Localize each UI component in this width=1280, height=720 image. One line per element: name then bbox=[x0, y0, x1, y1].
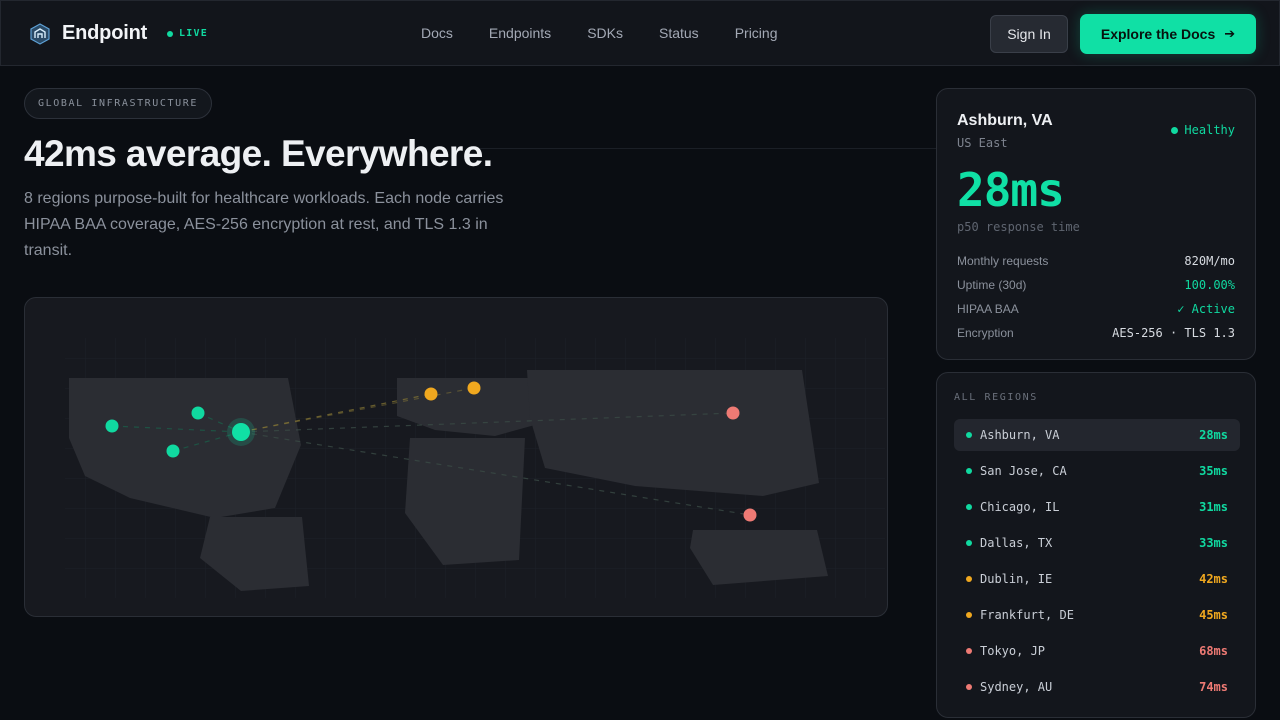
nav-link-status[interactable]: Status bbox=[659, 25, 699, 41]
region-latency: 33ms bbox=[1199, 536, 1228, 550]
region-latency: 68ms bbox=[1199, 644, 1228, 658]
region-name: San Jose, CA bbox=[980, 464, 1067, 478]
brand-name: Endpoint bbox=[62, 22, 148, 44]
divider-line bbox=[480, 148, 936, 149]
region-name: Ashburn, VA bbox=[980, 428, 1060, 442]
stat-row: Encryption AES-256 · TLS 1.3 bbox=[957, 321, 1235, 345]
stat-value: AES-256 · TLS 1.3 bbox=[1112, 326, 1235, 340]
region-list-item[interactable]: Dublin, IE 42ms bbox=[954, 563, 1240, 595]
region-status-dot-icon bbox=[966, 432, 972, 438]
region-list-item[interactable]: Dallas, TX 33ms bbox=[954, 527, 1240, 559]
top-navbar: Endpoint LIVE Docs Endpoints SDKs Status… bbox=[0, 0, 1280, 66]
stat-label: Uptime (30d) bbox=[957, 278, 1027, 292]
region-latency: 31ms bbox=[1199, 500, 1228, 514]
detail-stats: Monthly requests 820M/mo Uptime (30d) 10… bbox=[957, 249, 1235, 345]
stat-row: Monthly requests 820M/mo bbox=[957, 249, 1235, 273]
regions-list-card: ALL REGIONS Ashburn, VA 28ms San Jose, CA 3… bbox=[936, 372, 1256, 718]
region-status-dot-icon bbox=[966, 684, 972, 690]
nav-link-sdks[interactable]: SDKs bbox=[587, 25, 623, 41]
hero-title: 42ms average. Everywhere. bbox=[24, 133, 493, 174]
stat-row: Uptime (30d) 100.00% bbox=[957, 273, 1235, 297]
stat-label: Encryption bbox=[957, 326, 1014, 340]
region-name: Sydney, AU bbox=[980, 680, 1053, 694]
region-status-dot-icon bbox=[966, 504, 972, 510]
explore-docs-label: Explore the Docs bbox=[1100, 26, 1216, 42]
region-status-dot-icon bbox=[966, 468, 972, 474]
nav-link-endpoints[interactable]: Endpoints bbox=[489, 25, 551, 41]
map-marker-dublin[interactable] bbox=[424, 387, 438, 401]
detail-region: US East bbox=[957, 136, 1008, 150]
status-dot-icon bbox=[1171, 126, 1179, 134]
logo-icon bbox=[30, 22, 50, 45]
regions-list: Ashburn, VA 28ms San Jose, CA 35ms Chicago, … bbox=[954, 419, 1240, 707]
status-badge: Healthy bbox=[1171, 123, 1235, 137]
explore-docs-button[interactable]: Explore the Docs ➔ bbox=[1080, 14, 1256, 54]
region-status-dot-icon bbox=[966, 612, 972, 618]
live-label: LIVE bbox=[179, 28, 208, 39]
map-marker-frankfurt[interactable] bbox=[467, 381, 481, 395]
nav-link-pricing[interactable]: Pricing bbox=[735, 25, 778, 41]
main-nav: Docs Endpoints SDKs Status Pricing bbox=[421, 25, 813, 41]
region-name: Frankfurt, DE bbox=[980, 608, 1074, 622]
region-name: Chicago, IL bbox=[980, 500, 1060, 514]
latency-caption: p50 response time bbox=[957, 220, 1080, 234]
region-list-item[interactable]: San Jose, CA 35ms bbox=[954, 455, 1240, 487]
region-list-item[interactable]: Chicago, IL 31ms bbox=[954, 491, 1240, 523]
detail-city: Ashburn, VA bbox=[957, 112, 1053, 129]
stat-label: HIPAA BAA bbox=[957, 302, 1019, 316]
region-latency: 74ms bbox=[1199, 680, 1228, 694]
arrow-right-icon: ➔ bbox=[1224, 26, 1236, 41]
map-marker-ashburn-core[interactable] bbox=[232, 423, 250, 441]
brand[interactable]: Endpoint LIVE bbox=[29, 22, 208, 45]
map-canvas bbox=[65, 338, 885, 598]
stat-value: 100.00% bbox=[1184, 278, 1235, 292]
status-label: Healthy bbox=[1184, 123, 1235, 137]
region-status-dot-icon bbox=[966, 576, 972, 582]
region-detail-card: Ashburn, VA US East Healthy 28ms p50 res… bbox=[936, 88, 1256, 360]
map-marker-sydney[interactable] bbox=[743, 508, 757, 522]
region-list-item[interactable]: Ashburn, VA 28ms bbox=[954, 419, 1240, 451]
region-list-item[interactable]: Frankfurt, DE 45ms bbox=[954, 599, 1240, 631]
stat-label: Monthly requests bbox=[957, 254, 1049, 268]
map-marker-san-jose[interactable] bbox=[105, 419, 119, 433]
world-map bbox=[24, 297, 888, 617]
region-list-item[interactable]: Tokyo, JP 68ms bbox=[954, 635, 1240, 667]
region-name: Dallas, TX bbox=[980, 536, 1053, 550]
continent-australia bbox=[690, 530, 828, 585]
region-latency: 28ms bbox=[1199, 428, 1228, 442]
hero-subtitle: 8 regions purpose-built for healthcare w… bbox=[24, 190, 504, 259]
stat-row: HIPAA BAA ✓ Active bbox=[957, 297, 1235, 321]
regions-heading: ALL REGIONS bbox=[954, 392, 1038, 403]
region-name: Tokyo, JP bbox=[980, 644, 1046, 658]
map-marker-chicago[interactable] bbox=[191, 406, 205, 420]
map-marker-dallas[interactable] bbox=[166, 444, 180, 458]
sign-in-button[interactable]: Sign In bbox=[990, 15, 1068, 53]
live-indicator: LIVE bbox=[167, 28, 208, 39]
region-latency: 35ms bbox=[1199, 464, 1228, 478]
region-list-item[interactable]: Sydney, AU 74ms bbox=[954, 671, 1240, 703]
region-name: Dublin, IE bbox=[980, 572, 1053, 586]
live-dot-icon bbox=[167, 30, 174, 37]
nav-link-docs[interactable]: Docs bbox=[421, 25, 453, 41]
region-status-dot-icon bbox=[966, 648, 972, 654]
sign-in-label: Sign In bbox=[1007, 26, 1051, 42]
section-badge: GLOBAL INFRASTRUCTURE bbox=[24, 88, 213, 119]
region-latency: 42ms bbox=[1199, 572, 1228, 586]
stat-value: ✓ Active bbox=[1177, 302, 1235, 316]
stat-value: 820M/mo bbox=[1184, 254, 1235, 268]
region-latency: 45ms bbox=[1199, 608, 1228, 622]
region-status-dot-icon bbox=[966, 540, 972, 546]
map-marker-tokyo[interactable] bbox=[726, 406, 740, 420]
detail-latency: 28ms bbox=[957, 163, 1065, 217]
